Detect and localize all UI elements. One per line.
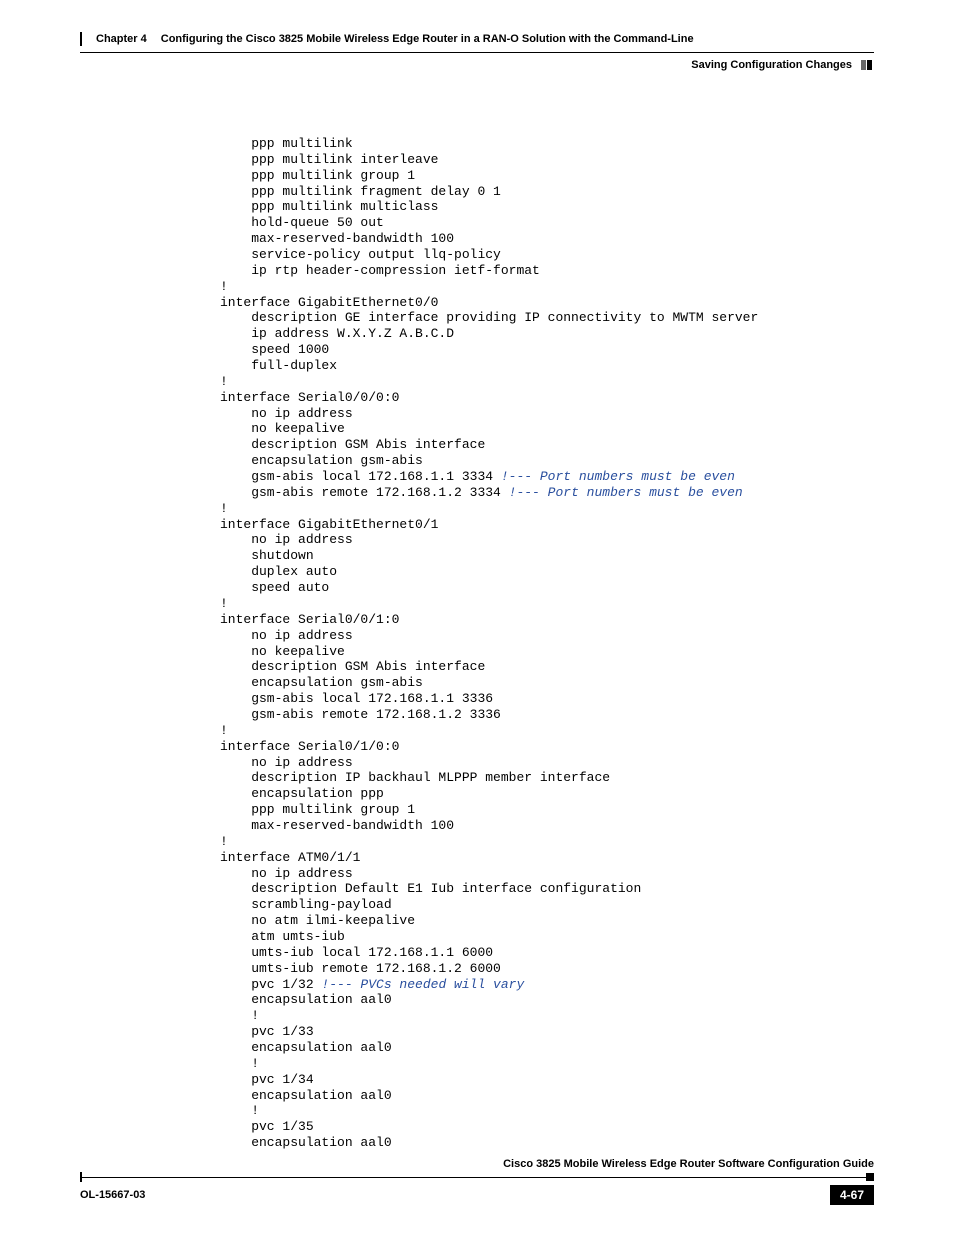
chapter-title: Configuring the Cisco 3825 Mobile Wirele… — [161, 33, 694, 45]
page-footer: Cisco 3825 Mobile Wireless Edge Router S… — [80, 1158, 874, 1205]
chapter-label: Chapter 4 — [96, 33, 147, 45]
footer-rule — [80, 1172, 874, 1182]
section-title: Saving Configuration Changes — [691, 59, 852, 71]
footer-block-icon — [866, 1173, 874, 1181]
header-bar-icon — [80, 32, 82, 46]
config-code-block: ppp multilink ppp multilink interleave p… — [220, 136, 874, 1151]
page-number-badge: 4-67 — [830, 1185, 874, 1205]
header-rule — [80, 52, 874, 53]
section-header: Saving Configuration Changes — [80, 59, 874, 71]
chapter-header: Chapter 4 Configuring the Cisco 3825 Mob… — [80, 32, 874, 46]
guide-title: Cisco 3825 Mobile Wireless Edge Router S… — [80, 1158, 874, 1172]
section-marker-icon — [860, 60, 874, 70]
doc-id: OL-15667-03 — [80, 1189, 145, 1201]
